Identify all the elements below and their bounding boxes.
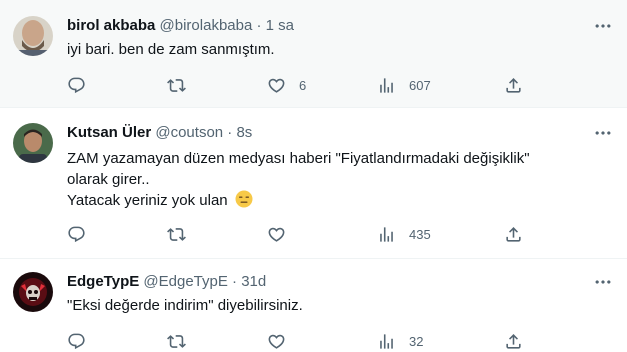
more-icon[interactable] [593,272,613,292]
tweet-text-line-with-emoji: Yatacak yeriniz yok ulan [67,190,530,211]
timestamp[interactable]: 1 sa [266,17,294,34]
heart-icon [267,76,286,95]
tweet-actions: 435 [67,223,527,245]
share-icon [504,76,523,95]
author-name[interactable]: birol akbaba [67,17,155,34]
reply-icon [67,76,86,95]
tweet-text-line: iyi bari. ben de zam sanmıştım. [67,41,275,58]
tweet[interactable]: birol akbaba @birolakbaba · 1 sa iyi bar… [0,0,627,108]
author-handle[interactable]: @birolakbaba [160,17,253,34]
retweet-button[interactable] [167,74,199,96]
tweet-text: iyi bari. ben de zam sanmıştım. [67,39,275,60]
retweet-button[interactable] [167,223,199,245]
timestamp[interactable]: 31d [241,273,266,290]
tweet-text-line: ZAM yazamayan düzen medyası haberi "Fiya… [67,150,530,167]
like-button[interactable]: 6 [267,74,306,96]
tweet[interactable]: EdgeTypE @EdgeTypE · 31d "Eksi değerde i… [0,260,627,349]
bar-chart-icon [377,332,396,351]
author-name[interactable]: Kutsan Üler [67,124,151,141]
tweet-header: EdgeTypE @EdgeTypE · 31d [67,272,266,291]
author-handle[interactable]: @EdgeTypE [143,273,227,290]
heart-icon [267,332,286,351]
tweet-header: Kutsan Üler @coutson · 8s [67,123,252,142]
expressionless-face-icon [235,190,253,208]
share-button[interactable] [504,74,523,96]
bar-chart-icon [377,76,396,95]
views-button[interactable]: 435 [377,223,431,245]
views-button[interactable]: 607 [377,74,431,96]
view-count: 435 [409,226,431,242]
timestamp[interactable]: 8s [236,124,252,141]
tweet-text-line: "Eksi değerde indirim" diyebilirsiniz. [67,297,303,314]
separator-dot: · [232,273,238,290]
tweet-text: "Eksi değerde indirim" diyebilirsiniz. [67,295,303,316]
like-count: 6 [299,77,307,93]
red-skull-avatar[interactable] [13,272,53,312]
reply-icon [67,332,86,351]
heart-icon [267,225,286,244]
reply-button[interactable] [67,223,99,245]
tweet-text: ZAM yazamayan düzen medyası haberi "Fiya… [67,148,530,211]
reply-button[interactable] [67,74,99,96]
tweet-actions: 6 607 [67,74,527,96]
author-handle[interactable]: @coutson [155,124,223,141]
like-button[interactable] [267,223,299,245]
view-count: 607 [409,77,431,93]
more-icon[interactable] [593,16,613,36]
more-icon[interactable] [593,123,613,143]
man-portrait-avatar[interactable] [13,123,53,163]
retweet-icon [167,76,186,95]
bar-chart-icon [377,225,396,244]
tweet-text-line: Yatacak yeriniz yok ulan [67,192,228,209]
reply-icon [67,225,86,244]
author-name[interactable]: EdgeTypE [67,273,139,290]
retweet-icon [167,332,186,351]
separator-dot: · [256,17,262,34]
view-count: 32 [409,333,424,349]
share-icon [504,225,523,244]
retweet-icon [167,225,186,244]
tweet[interactable]: Kutsan Üler @coutson · 8s ZAM yazamayan … [0,109,627,259]
separator-dot: · [227,124,233,141]
tweet-header: birol akbaba @birolakbaba · 1 sa [67,16,294,35]
share-icon [504,332,523,351]
tweet-text-line: olarak girer.. [67,171,150,188]
share-button[interactable] [504,223,523,245]
bald-man-avatar[interactable] [13,16,53,56]
